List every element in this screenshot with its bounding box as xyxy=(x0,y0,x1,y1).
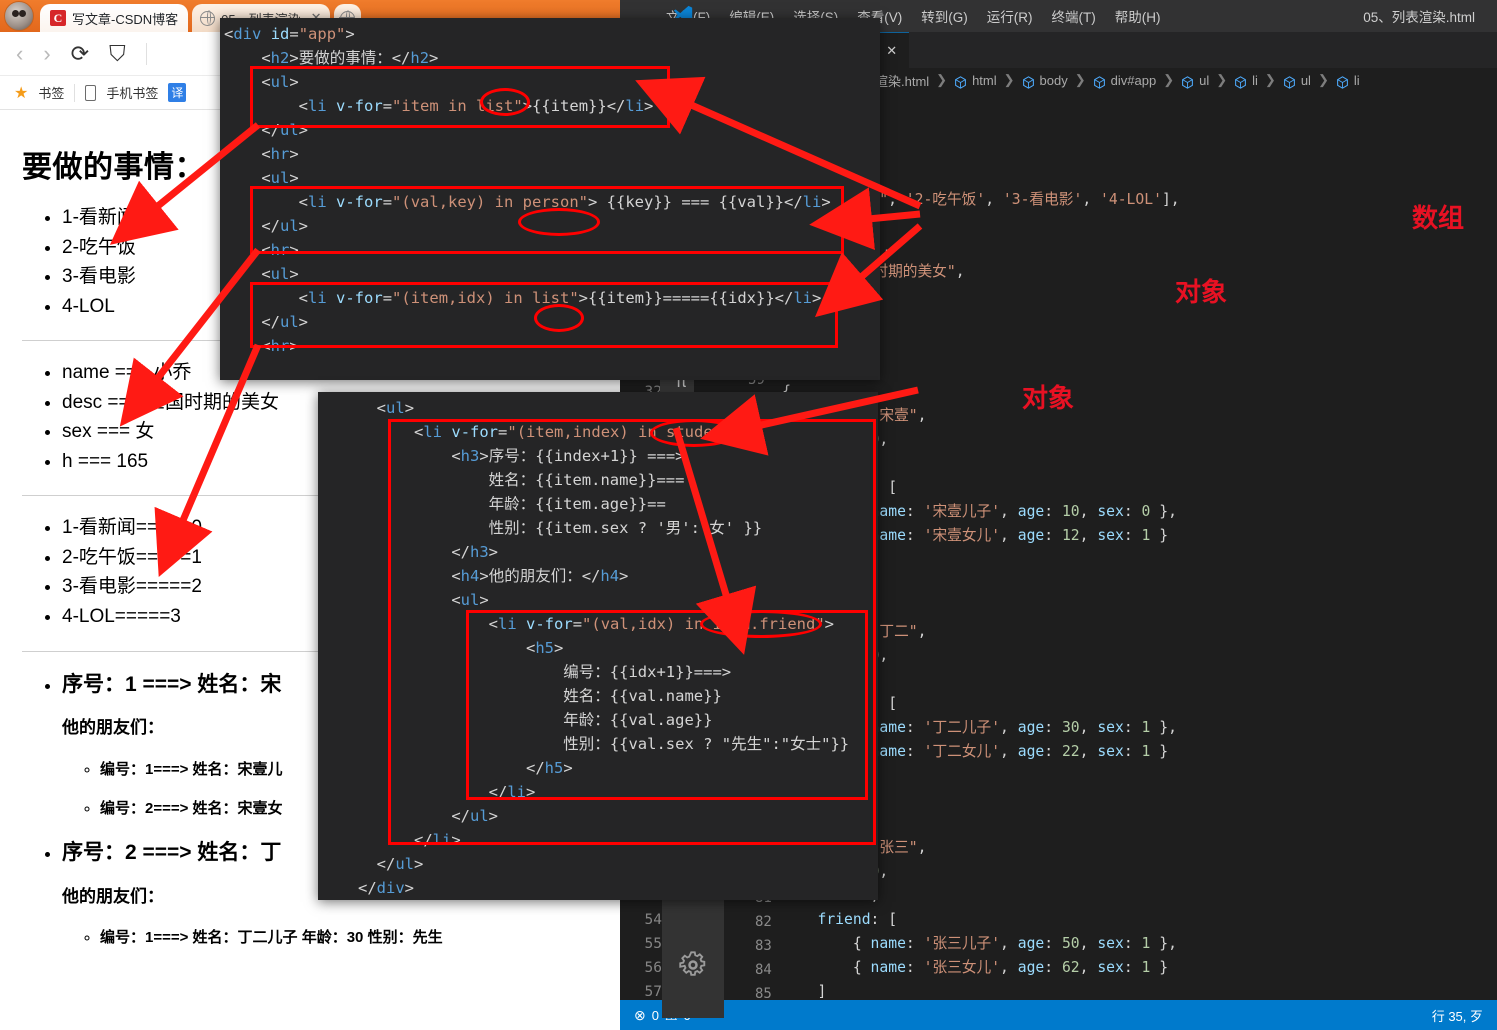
mobile-bookmark-label[interactable]: 手机书签 xyxy=(106,83,158,102)
status-bar: ⊗ 0 ⚠ 0 行 35, 歹 xyxy=(620,1000,1497,1030)
code-line: 姓名：{{item.name}}=== xyxy=(358,471,685,489)
chevron-right-icon-2: ❯ xyxy=(1003,72,1015,87)
minimap-number-84: 84 xyxy=(755,962,772,978)
code-line: </ul> xyxy=(261,121,309,139)
symbol-cube-icon xyxy=(955,75,966,89)
reload-icon[interactable]: ⟳ xyxy=(71,42,89,65)
globe-icon xyxy=(199,9,216,26)
back-icon[interactable]: ‹ xyxy=(16,42,23,65)
code-line: <li v-for="(val,key) in person"> {{key}}… xyxy=(298,193,831,211)
code-line: <li v-for="(item,index) in student"> xyxy=(414,423,751,441)
code-line: 性别：{{val.sex ? "先生":"女士"}} xyxy=(358,735,850,753)
browser-avatar-icon[interactable] xyxy=(4,1,34,31)
symbol-cube-icon-4 xyxy=(1182,75,1194,89)
code-line: 性别：{{item.sex ? '男':'女' }} xyxy=(358,519,763,537)
code-line: 年龄：{{item.age}}== xyxy=(358,495,666,513)
friend-item: 编号：1===> 姓名：丁二儿子 年龄：30 性别：先生 xyxy=(100,927,678,949)
breadcrumb-divapp[interactable]: div#app xyxy=(1111,73,1157,88)
minimap-number-82: 82 xyxy=(755,914,772,930)
code-overlay-bottom: <ul> <li v-for="(item,index) in student"… xyxy=(318,392,878,900)
breadcrumb-li-2[interactable]: li xyxy=(1354,73,1360,88)
symbol-cube-icon-2 xyxy=(1022,75,1034,89)
symbol-cube-icon-5 xyxy=(1235,75,1247,89)
code-overlay-top: <div id="app"> <h2>要做的事情：</h2> <ul> <li … xyxy=(220,18,880,380)
phone-icon xyxy=(85,84,97,101)
menu-item-go[interactable]: 转到(G) xyxy=(921,6,968,26)
code-line: </li> xyxy=(414,831,461,849)
code-line: </ul> xyxy=(376,855,424,873)
chevron-right-icon-7: ❯ xyxy=(1317,72,1329,87)
code-line: { name: '张三儿子', age: 50, sex: 1 }, xyxy=(852,935,1177,952)
translate-badge[interactable]: 译 xyxy=(168,83,187,102)
code-line: <ul> xyxy=(261,265,299,283)
error-icon: ⊗ xyxy=(634,1006,646,1023)
breadcrumb-body[interactable]: body xyxy=(1040,73,1068,88)
code-line: </div> xyxy=(358,879,415,897)
code-line: </ul> xyxy=(451,807,499,825)
menu-item-run[interactable]: 运行(R) xyxy=(987,6,1033,26)
code-line: 编号：{{idx+1}}===> xyxy=(358,663,732,681)
symbol-cube-icon-6 xyxy=(1283,75,1295,89)
reader-book-icon[interactable]: ⛉ xyxy=(109,42,126,65)
bookmark-label[interactable]: 书签 xyxy=(38,83,64,102)
code-line: <h4>他的朋友们：</h4> xyxy=(451,567,629,585)
chevron-right-icon-5: ❯ xyxy=(1216,72,1228,87)
code-line: ] xyxy=(817,983,827,1000)
code-line: <ul> xyxy=(451,591,489,609)
star-icon[interactable]: ★ xyxy=(14,83,28,103)
code-line: <hr> xyxy=(261,241,299,259)
code-line: <ul> xyxy=(261,73,299,91)
code-line: <h3>序号：{{index+1}} ===> xyxy=(451,447,685,465)
navbar-divider xyxy=(145,42,147,65)
forward-icon[interactable]: › xyxy=(43,42,50,65)
code-line: <hr> xyxy=(261,145,299,163)
menu-item-terminal[interactable]: 终端(T) xyxy=(1052,6,1096,26)
breadcrumb-ul[interactable]: ul xyxy=(1199,73,1209,88)
close-icon[interactable]: ✕ xyxy=(886,43,897,59)
chevron-right-icon-3: ❯ xyxy=(1074,72,1086,87)
chevron-right-icon-4: ❯ xyxy=(1163,72,1175,87)
breadcrumb-li[interactable]: li xyxy=(1252,73,1258,88)
code-line: </ul> xyxy=(261,313,309,331)
code-line: <li v-for="item in list">{{item}}</li> xyxy=(298,97,654,115)
code-line: <li v-for="(val,idx) in item.friend"> xyxy=(488,615,835,633)
breadcrumb-html[interactable]: html xyxy=(972,73,997,88)
minimap-number-83: 83 xyxy=(755,938,772,954)
code-line: <div id="app"> xyxy=(224,25,355,43)
browser-tab-csdn[interactable]: C 写文章-CSDN博客 xyxy=(40,4,189,32)
symbol-cube-icon-7 xyxy=(1336,75,1348,89)
symbol-cube-icon-3 xyxy=(1093,75,1105,89)
gear-icon[interactable] xyxy=(678,950,708,980)
code-line: 姓名：{{val.name}} xyxy=(358,687,722,705)
csdn-icon: C xyxy=(50,10,66,26)
code-line: </ul> xyxy=(261,217,309,235)
browser-tab-csdn-label: 写文章-CSDN博客 xyxy=(72,11,179,27)
bookmarks-divider xyxy=(74,83,76,102)
code-line: friend: [ xyxy=(817,911,898,928)
chevron-right-icon-6: ❯ xyxy=(1264,72,1276,87)
error-count: 0 xyxy=(651,1007,659,1023)
screenshot-root: C 写文章-CSDN博客 05、列表渲染 ✕ ‹ › ⟳ ⛉ ★ 书签 手机 xyxy=(0,0,1497,1030)
chevron-right-icon: ❯ xyxy=(936,72,948,87)
code-line: </h3> xyxy=(451,543,499,561)
code-line: <hr> xyxy=(261,337,299,355)
cursor-position[interactable]: 行 35, 歹 xyxy=(1432,1006,1483,1025)
friends-list: 编号：1===> 姓名：丁二儿子 年龄：30 性别：先生 xyxy=(100,927,678,949)
code-line: 年龄：{{val.age}} xyxy=(358,711,713,729)
code-line: <ul> xyxy=(261,169,299,187)
code-line: { name: '张三女儿', age: 62, sex: 1 } xyxy=(852,959,1169,976)
breadcrumb-ul-2[interactable]: ul xyxy=(1301,73,1311,88)
minimap-number-85: 85 xyxy=(755,986,772,1002)
code-line: <h2>要做的事情：</h2> xyxy=(261,49,439,67)
code-line: <li v-for="(item,idx) in list">{{item}}=… xyxy=(298,289,822,307)
code-line: </li> xyxy=(488,783,536,801)
code-line: <ul> xyxy=(376,399,415,417)
code-line: <h5> xyxy=(525,639,564,657)
status-right: 行 35, 歹 xyxy=(1432,1006,1483,1025)
menu-item-help[interactable]: 帮助(H) xyxy=(1115,6,1161,26)
code-line: </h5> xyxy=(525,759,573,777)
